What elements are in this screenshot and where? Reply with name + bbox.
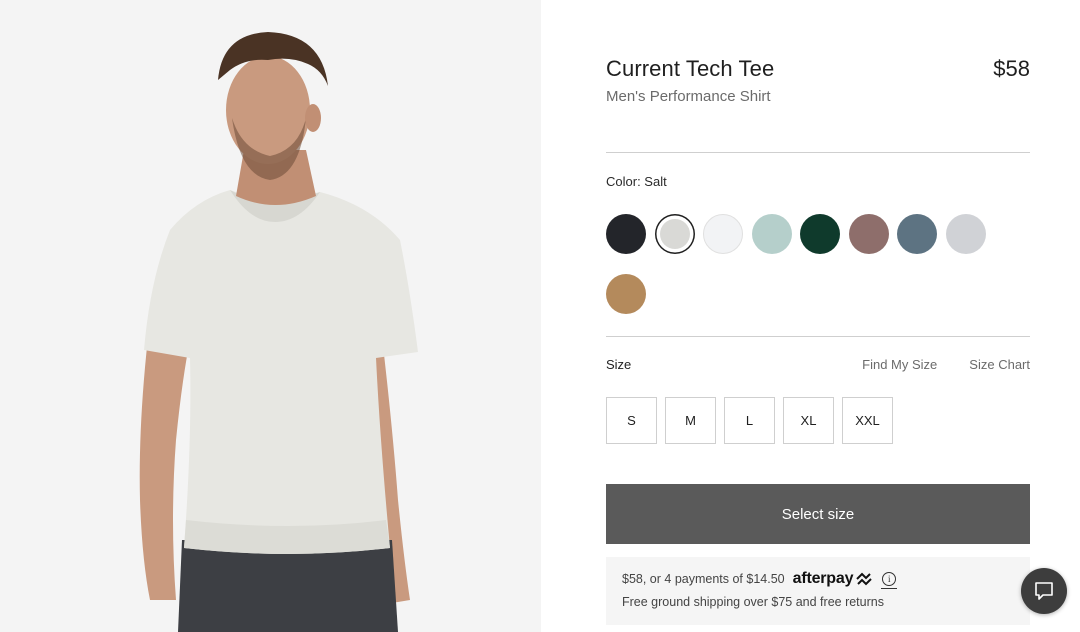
product-image[interactable] xyxy=(0,0,541,632)
afterpay-logo-icon xyxy=(856,572,872,586)
size-button-xxl[interactable]: XXL xyxy=(842,397,893,444)
divider xyxy=(606,152,1030,153)
model-photo xyxy=(0,0,541,632)
swatch-light-grey[interactable] xyxy=(945,214,986,254)
select-size-button[interactable]: Select size xyxy=(606,484,1030,544)
afterpay-promo: $58, or 4 payments of $14.50 afterpay i … xyxy=(606,557,1030,625)
swatch-salt-fill xyxy=(659,219,690,249)
installments-text: $58, or 4 payments of $14.50 xyxy=(622,572,785,586)
swatch-black[interactable] xyxy=(606,214,646,254)
size-label: Size xyxy=(606,357,632,372)
size-chart-link[interactable]: Size Chart xyxy=(969,357,1030,372)
swatch-dark-green[interactable] xyxy=(800,214,840,254)
swatch-sage[interactable] xyxy=(751,214,792,254)
size-links: Find My Size Size Chart xyxy=(862,357,1030,372)
size-button-l[interactable]: L xyxy=(724,397,775,444)
product-price: $58 xyxy=(993,56,1030,81)
afterpay-logo: afterpay xyxy=(793,570,874,588)
size-header: Size Find My Size Size Chart xyxy=(606,357,1030,372)
shipping-text: Free ground shipping over $75 and free r… xyxy=(622,595,884,609)
info-icon[interactable]: i xyxy=(881,572,898,589)
size-button-s[interactable]: S xyxy=(606,397,657,444)
swatch-white[interactable] xyxy=(703,214,743,254)
size-options: S M L XL XXL xyxy=(606,397,893,444)
afterpay-line: $58, or 4 payments of $14.50 afterpay i xyxy=(622,569,1014,589)
swatch-slate-blue[interactable] xyxy=(897,214,937,254)
color-swatches xyxy=(606,214,1006,314)
chat-button[interactable] xyxy=(1021,568,1067,614)
product-page: Current Tech Tee $58 Men's Performance S… xyxy=(0,0,1080,632)
divider xyxy=(606,336,1030,337)
find-my-size-link[interactable]: Find My Size xyxy=(862,357,937,372)
swatch-salt[interactable] xyxy=(654,214,695,254)
chat-bubble-icon xyxy=(1035,582,1053,600)
product-subtitle: Men's Performance Shirt xyxy=(606,88,771,105)
afterpay-brand: afterpay xyxy=(792,570,854,587)
title-row: Current Tech Tee $58 xyxy=(606,56,1030,82)
size-button-m[interactable]: M xyxy=(665,397,716,444)
swatch-mauve[interactable] xyxy=(848,214,889,254)
size-button-xl[interactable]: XL xyxy=(783,397,834,444)
product-title: Current Tech Tee xyxy=(606,56,775,81)
swatch-camel[interactable] xyxy=(606,274,646,314)
color-label: Color: Salt xyxy=(606,174,667,189)
product-details: Current Tech Tee $58 Men's Performance S… xyxy=(606,0,1030,632)
